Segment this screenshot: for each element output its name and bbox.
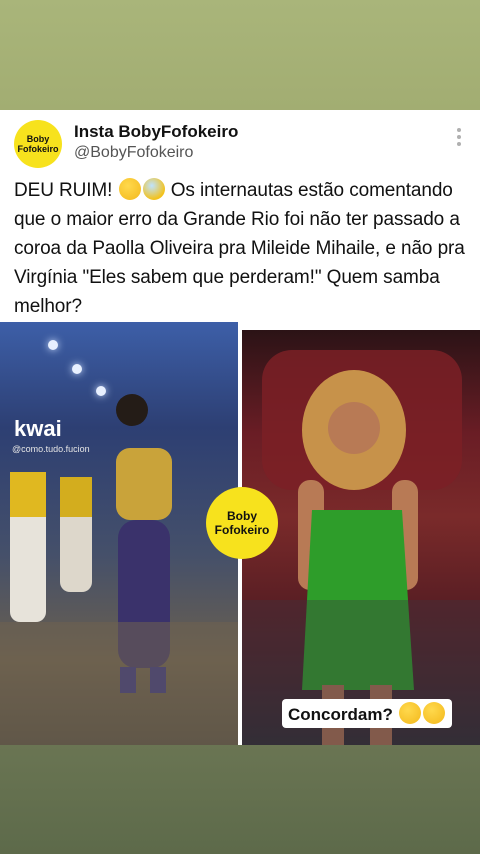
dancer-torso (116, 448, 172, 520)
thinking-face-icon (422, 702, 445, 724)
tweet-text: DEU RUIM! Os internautas estão comentand… (14, 176, 474, 321)
left-photo[interactable]: kwai @como.tudo.fucion (0, 322, 238, 745)
dancer-head (116, 394, 148, 426)
thinking-face-icon (118, 178, 141, 200)
dancer-face (328, 402, 380, 454)
background-figure-1-shirt (10, 472, 46, 517)
boby-fofokeiro-badge: Boby Fofokeiro (206, 487, 278, 559)
caption-text: Concordam? (288, 705, 398, 724)
tweet-card: Boby Fofokeiro Insta BobyFofokeiro @Boby… (0, 110, 480, 330)
avatar-text-line1: Boby (26, 134, 50, 144)
avatar-text-line2: Fofokeiro (17, 144, 59, 154)
tweet-text-part1: DEU RUIM! (14, 180, 118, 201)
screaming-face-icon (142, 178, 165, 200)
right-photo-figures (242, 350, 480, 745)
caption-box: Concordam? (282, 699, 452, 728)
more-options-icon[interactable] (456, 128, 462, 149)
thinking-face-icon (398, 702, 421, 724)
display-name[interactable]: Insta BobyFofokeiro (74, 122, 238, 142)
bottom-background (0, 745, 480, 854)
background-figure-2-shirt (60, 477, 92, 517)
media-grid[interactable]: kwai @como.tudo.fucion Boby Fofokeiro Co… (0, 322, 480, 745)
top-background (0, 0, 480, 110)
avatar[interactable]: Boby Fofokeiro (14, 120, 62, 168)
badge-line1: Boby (227, 509, 257, 523)
left-photo-figures (0, 394, 238, 745)
badge-line2: Fofokeiro (214, 523, 270, 537)
right-photo[interactable] (242, 330, 480, 745)
stage-floor (0, 622, 238, 745)
user-handle[interactable]: @BobyFofokeiro (74, 144, 193, 162)
